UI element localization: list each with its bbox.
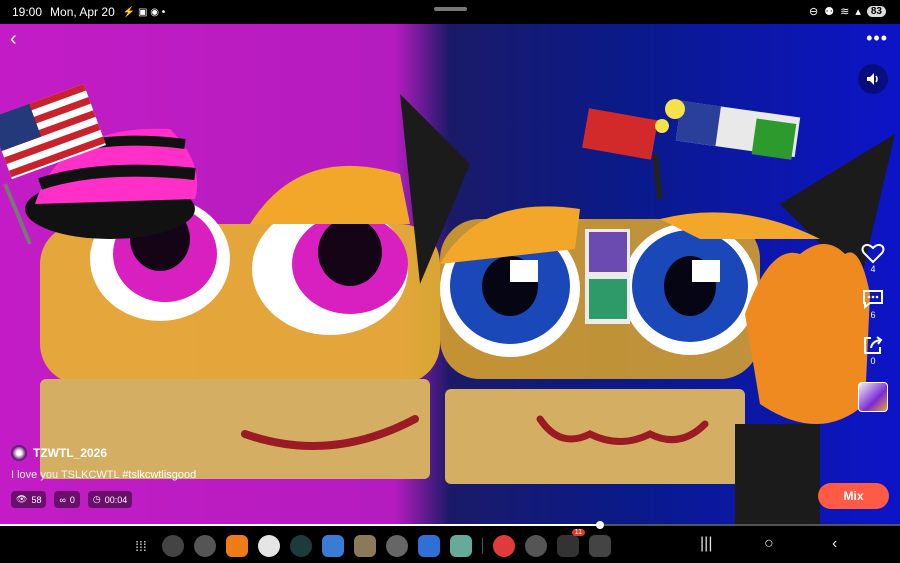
like-count: 4 [870,264,876,274]
arrows-app-icon[interactable] [386,535,408,557]
clock-icon: ◷ [92,494,101,504]
status-time: 19:00 [12,5,43,19]
kinemaster-app-icon[interactable] [493,535,515,557]
duration-value: 00:04 [104,494,128,505]
fl-studio-app-icon[interactable] [226,535,248,557]
remix-stat: ∞ 0 [54,491,80,508]
people-icon: ⚉ [824,6,835,18]
status-right: ⊖ ⚉ ≋ ▴ 83 [809,5,886,18]
taskbar-apps: ⁞⁞⁞ 11 [130,529,611,557]
comment-button[interactable]: 6 [861,288,885,320]
status-bar: 19:00 Mon, Apr 20 ⚡ ▣ ◉ • ⊖ ⚉ ≋ ▴ 83 [0,0,900,24]
views-stat: 👁 58 [11,491,47,508]
avatar[interactable] [11,445,27,461]
window-app-icon[interactable] [589,535,611,557]
stats-row: 👁 58 ∞ 0 ◷ 00:04 [11,491,196,508]
taskbar-divider [482,538,483,554]
signal-icon: ▴ [855,6,861,18]
status-left: 19:00 Mon, Apr 20 ⚡ ▣ ◉ • [12,5,165,19]
volume-button[interactable] [858,64,888,94]
remix-count: 0 [69,494,75,505]
mix-button[interactable]: Mix [818,483,889,509]
heart-icon [861,243,885,264]
dnd-icon: ⊖ [809,6,819,18]
tower-app-icon[interactable] [450,535,472,557]
share-count: 0 [870,356,876,366]
notification-icons: ⚡ ▣ ◉ • [122,6,166,18]
more-options-button[interactable]: ••• [866,28,888,49]
original-sound-thumbnail[interactable] [858,382,888,412]
status-date: Mon, Apr 20 [50,5,115,19]
battery-indicator: 83 [866,6,886,17]
author-username[interactable]: TZWTL_2026 [33,446,107,460]
back-button[interactable]: ‹ [10,28,17,51]
caption-body: I love you TSLKCWTL [11,469,123,481]
flash-app-icon[interactable]: 11 [557,529,585,557]
picsart-app-icon[interactable] [322,535,344,557]
hashtag-link[interactable]: #tslkcwtlisgood [122,469,196,481]
share-icon [864,336,883,354]
circle-app-icon[interactable] [290,535,312,557]
video-caption: TZWTL_2026 I love you TSLKCWTL #tslkcwtl… [11,445,196,508]
recents-button[interactable]: ||| [700,535,712,553]
like-button[interactable]: 4 [861,242,885,274]
side-actions: 4 6 0 [858,64,888,412]
share-button[interactable]: 0 [861,334,885,366]
speaker-icon [867,73,878,85]
app-drawer-icon[interactable]: ⁞⁞⁞ [130,535,152,557]
duration-stat: ◷ 00:04 [87,491,133,508]
views-count: 58 [31,494,42,505]
sparkle-app-icon[interactable] [194,535,216,557]
roblox-app-icon[interactable] [418,535,440,557]
video-progress-bar[interactable] [0,521,900,529]
comment-icon [863,290,883,310]
nav-back-button[interactable]: ‹ [832,535,837,553]
wifi-icon: ≋ [840,6,850,18]
caption-text: I love you TSLKCWTL #tslkcwtlisgood [11,469,196,481]
link-icon: ∞ [59,494,66,505]
progress-thumb[interactable] [596,521,605,529]
notification-badge: 11 [571,529,585,536]
drag-handle[interactable] [434,7,467,11]
chevron-left-icon: ‹ [10,28,17,50]
taskbar: ⁞⁞⁞ 11 ||| ○ ‹ [0,529,900,563]
game-app-icon[interactable] [354,535,376,557]
eye-icon: 👁 [16,494,28,504]
comment-count: 6 [870,310,876,320]
more-dots-icon: ••• [866,28,888,48]
home-button[interactable]: ○ [764,535,774,553]
settings-app-icon[interactable] [162,535,184,557]
author-row[interactable]: TZWTL_2026 [11,445,196,461]
diamond-app-icon[interactable] [258,535,280,557]
chrome-app-icon[interactable] [525,535,547,557]
progress-fill [0,524,601,526]
